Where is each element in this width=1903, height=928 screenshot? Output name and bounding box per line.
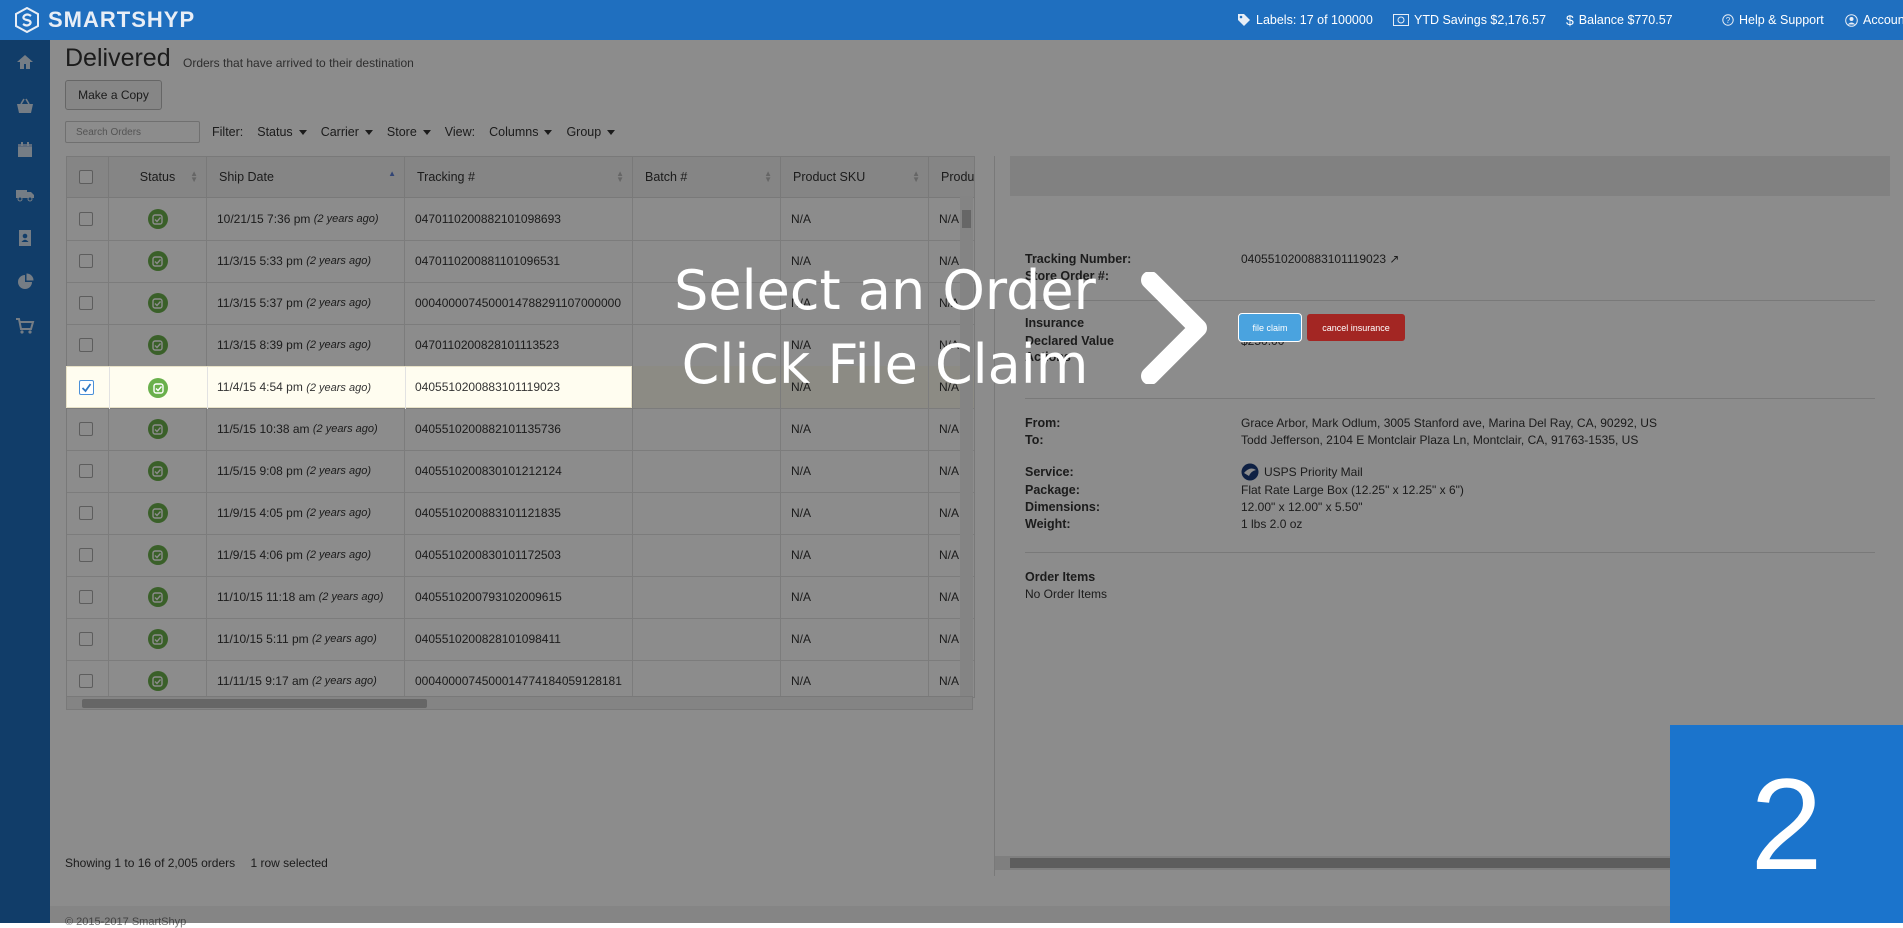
question-circle-icon: ?	[1722, 14, 1734, 26]
selected-tracking: 0405510200883101119023	[415, 380, 561, 394]
logo-icon	[15, 7, 39, 33]
tutorial-overlay	[0, 40, 1903, 923]
brand-logo[interactable]: SMARTSHYP	[14, 6, 195, 34]
delivered-status-icon	[148, 378, 168, 398]
svg-text:?: ?	[1726, 16, 1731, 25]
ytd-savings-text: YTD Savings $2,176.57	[1414, 13, 1547, 27]
highlighted-selected-row[interactable]: 11/4/15 4:54 pm (2 years ago) 0405510200…	[66, 366, 632, 409]
labels-text: Labels: 17 of 100000	[1256, 13, 1373, 27]
chevron-right-icon	[1141, 272, 1207, 384]
account-text: Account	[1863, 13, 1903, 27]
ytd-savings[interactable]: YTD Savings $2,176.57	[1393, 0, 1546, 40]
account-menu[interactable]: Account	[1845, 0, 1903, 40]
balance[interactable]: $ Balance $770.57	[1566, 0, 1673, 40]
checkmark-icon	[81, 383, 92, 393]
instruction-line-1: Select an Order	[674, 259, 1096, 322]
money-icon	[1393, 14, 1409, 26]
brand-name: SMARTSHYP	[48, 7, 196, 32]
user-circle-icon	[1845, 13, 1858, 27]
row-checkbox-checked[interactable]	[79, 380, 94, 395]
selected-ship-date: 11/4/15 4:54 pm (2 years ago)	[217, 380, 371, 394]
labels-count[interactable]: Labels: 17 of 100000	[1237, 0, 1373, 40]
cancel-insurance-button[interactable]: cancel insurance	[1307, 314, 1405, 341]
help-text: Help & Support	[1739, 13, 1824, 27]
file-claim-button[interactable]: file claim	[1238, 313, 1302, 342]
top-bar: SMARTSHYP Labels: 17 of 100000 YTD Savin…	[0, 0, 1903, 40]
balance-text: Balance $770.57	[1578, 13, 1673, 27]
step-number-badge: 2	[1670, 725, 1903, 923]
tag-icon	[1238, 14, 1250, 26]
instruction-line-2: Click File Claim	[681, 333, 1089, 396]
help-support-link[interactable]: ? Help & Support	[1722, 0, 1824, 40]
dollar-icon: $	[1566, 12, 1574, 28]
